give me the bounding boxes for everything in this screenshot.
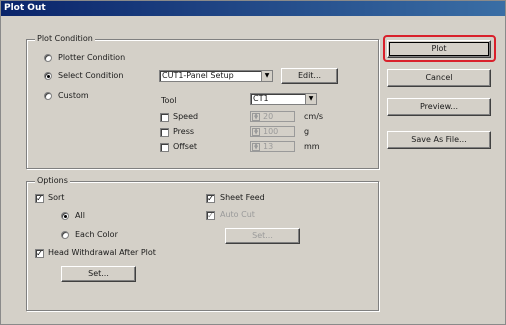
edit-button[interactable]: Edit... — [281, 68, 338, 84]
auto-cut-checkbox: ✓ — [206, 211, 215, 220]
tool-label: Tool — [161, 96, 177, 105]
press-label[interactable]: Press — [173, 127, 194, 136]
press-checkbox[interactable] — [160, 128, 169, 137]
sort-set-button[interactable]: Set... — [61, 266, 136, 282]
offset-label[interactable]: Offset — [173, 142, 197, 151]
plot-condition-label: Plot Condition — [35, 34, 95, 43]
spinner-arrows-icon: ▲ ▼ — [252, 113, 260, 121]
plot-out-dialog: Plot Out Plot Condition Plotter Conditio… — [0, 0, 506, 325]
offset-checkbox[interactable] — [160, 143, 169, 152]
speed-value: 20 — [263, 112, 274, 121]
tool-select[interactable]: CT1 ▼ — [250, 93, 317, 105]
press-spinner: ▲ ▼ 100 — [250, 126, 295, 137]
radio-select-condition-label[interactable]: Select Condition — [58, 71, 123, 80]
sheet-feed-label[interactable]: Sheet Feed — [220, 193, 265, 202]
speed-label[interactable]: Speed — [173, 112, 198, 121]
radio-each-color-label[interactable]: Each Color — [75, 230, 118, 239]
radio-plotter-condition-label[interactable]: Plotter Condition — [58, 53, 125, 62]
radio-sort-all[interactable] — [61, 212, 69, 220]
save-as-file-button[interactable]: Save As File... — [387, 131, 491, 149]
speed-unit: cm/s — [304, 112, 324, 121]
speed-checkbox[interactable] — [160, 113, 169, 122]
radio-plotter-condition[interactable] — [44, 54, 52, 62]
head-withdrawal-label[interactable]: Head Withdrawal After Plot — [48, 248, 156, 257]
window-title: Plot Out — [1, 1, 505, 16]
radio-sort-all-label[interactable]: All — [75, 211, 85, 220]
offset-spinner: ▲ ▼ 13 — [250, 141, 295, 152]
spinner-arrows-icon: ▲ ▼ — [252, 143, 260, 151]
tool-select-value: CT1 — [253, 94, 269, 103]
speed-spinner: ▲ ▼ 20 — [250, 111, 295, 122]
cancel-button[interactable]: Cancel — [387, 69, 491, 87]
preview-button[interactable]: Preview... — [387, 98, 491, 116]
offset-unit: mm — [304, 142, 320, 151]
press-unit: g — [304, 127, 310, 136]
sort-checkbox[interactable]: ✓ — [35, 194, 44, 203]
head-withdrawal-checkbox[interactable]: ✓ — [35, 249, 44, 258]
auto-cut-label: Auto Cut — [220, 210, 255, 219]
condition-select[interactable]: CUT1-Panel Setup ▼ — [159, 70, 273, 82]
radio-select-condition[interactable] — [44, 72, 52, 80]
sort-label[interactable]: Sort — [48, 193, 64, 202]
press-value: 100 — [263, 127, 279, 136]
condition-select-value: CUT1-Panel Setup — [162, 71, 234, 80]
options-label: Options — [35, 176, 70, 185]
spinner-arrows-icon: ▲ ▼ — [252, 128, 260, 136]
plot-button-highlight — [383, 35, 496, 62]
radio-custom-label[interactable]: Custom — [58, 91, 89, 100]
options-group — [26, 181, 379, 311]
radio-each-color[interactable] — [61, 231, 69, 239]
offset-value: 13 — [263, 142, 274, 151]
radio-custom[interactable] — [44, 92, 52, 100]
sheet-feed-set-button: Set... — [225, 228, 300, 244]
sheet-feed-checkbox[interactable]: ✓ — [206, 194, 215, 203]
chevron-down-icon[interactable]: ▼ — [305, 94, 316, 104]
chevron-down-icon[interactable]: ▼ — [261, 71, 272, 81]
